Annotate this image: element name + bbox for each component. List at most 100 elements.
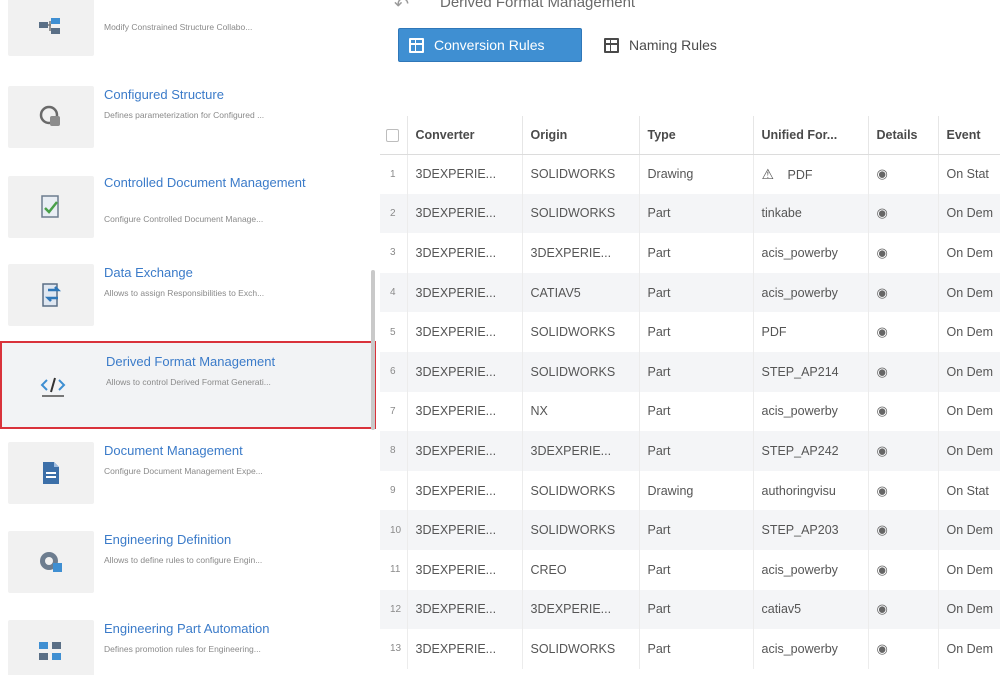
app-item-engineering-definition[interactable]: Engineering Definition Allows to define … [0,519,376,605]
eye-icon[interactable]: ◉ [877,641,888,657]
eye-icon[interactable]: ◉ [877,364,888,380]
format-label: PDF [787,167,813,182]
cell-origin: 3DEXPERIE... [522,431,640,471]
format-label: authoringvisu [761,483,836,498]
cell-event: On Dem [938,589,1000,630]
cell-details: ◉ [868,193,939,234]
back-arrow-icon[interactable]: ↶ [394,0,409,15]
row-number: 8 [380,431,408,471]
cell-converter: 3DEXPERIE... [407,272,523,313]
cell-unified-format: catiav5 [753,589,869,630]
table-row[interactable]: 2 3DEXPERIE... SOLIDWORKS Part tinkabe ◉ On De… [380,193,1000,234]
tab-naming-rules[interactable]: Naming Rules [594,28,754,62]
eye-icon[interactable]: ◉ [877,403,888,419]
eye-icon[interactable]: ◉ [877,166,888,182]
page-title: Derived Format Management [440,0,636,11]
cell-type: Part [639,391,754,432]
format-label: acis_powerby [761,285,838,300]
row-number: 12 [380,589,408,630]
app-item-title[interactable]: Derived Format Management [106,353,336,370]
cell-origin: 3DEXPERIE... [522,589,640,630]
cell-type: Part [639,629,754,669]
format-label: STEP_AP214 [761,364,839,379]
eye-icon[interactable]: ◉ [877,601,888,617]
row-number: 11 [380,549,408,590]
eye-icon[interactable]: ◉ [877,483,888,499]
cell-unified-format: acis_powerby [753,549,869,590]
cell-details: ◉ [868,154,939,194]
app-item-title[interactable]: Engineering Part Automation [104,620,334,637]
table-row[interactable]: 12 3DEXPERIE... 3DEXPERIE... Part catiav5 ◉ On… [380,589,1000,630]
column-header-converter[interactable]: Converter [407,116,523,155]
cell-event: On Dem [938,510,1000,550]
cell-type: Part [639,351,754,392]
derived-format-icon [10,355,96,417]
format-label: tinkabe [761,206,802,221]
format-label: acis_powerby [761,562,838,577]
main-panel: ↶ Derived Format Management Conversion R… [380,0,1000,675]
table-row[interactable]: 5 3DEXPERIE... SOLIDWORKS Part PDF ◉ On Dem [380,312,1000,352]
table-row[interactable]: 1 3DEXPERIE... SOLIDWORKS Drawing ⚠ PDF ◉ On St… [380,154,1000,194]
sidebar-scrollbar[interactable] [371,270,375,430]
table-header-row: Converter Origin Type Unified For... Det… [380,116,1000,155]
table-row[interactable]: 7 3DEXPERIE... NX Part acis_powerby ◉ On Dem [380,391,1000,432]
row-number: 10 [380,510,408,550]
app-item-configured-structure[interactable]: Configured Structure Defines parameteriz… [0,74,376,160]
cell-details: ◉ [868,233,939,273]
app-item-title[interactable]: Engineering Definition [104,531,334,548]
table-row[interactable]: 4 3DEXPERIE... CATIAV5 Part acis_powerby ◉ On … [380,272,1000,313]
engineering-definition-icon [8,531,94,593]
cell-converter: 3DEXPERIE... [407,470,523,511]
app-item-title[interactable]: Configured Structure [104,86,334,103]
row-number: 3 [380,233,408,273]
eye-icon[interactable]: ◉ [877,443,888,459]
cell-unified-format: ⚠ PDF [753,154,869,194]
eye-icon[interactable]: ◉ [877,562,888,578]
column-header-unified-format[interactable]: Unified For... [753,116,869,155]
app-item-title[interactable]: Controlled Document Management [104,174,334,191]
cell-origin: 3DEXPERIE... [522,233,640,273]
column-header-type[interactable]: Type [639,116,754,155]
cell-converter: 3DEXPERIE... [407,391,523,432]
eye-icon[interactable]: ◉ [877,522,888,538]
column-header-details[interactable]: Details [868,116,939,155]
cell-event: On Dem [938,312,1000,352]
format-label: catiav5 [761,602,802,617]
table-row[interactable]: 8 3DEXPERIE... 3DEXPERIE... Part STEP_AP242 ◉… [380,431,1000,471]
cell-type: Part [639,272,754,313]
cell-event: On Dem [938,629,1000,669]
app-item-title[interactable]: Document Management [104,442,334,459]
select-all-header[interactable] [380,116,408,155]
select-all-checkbox[interactable] [386,128,399,142]
cell-origin: SOLIDWORKS [522,312,640,352]
cell-type: Part [639,431,754,471]
eye-icon[interactable]: ◉ [877,324,888,340]
app-item-data-exchange[interactable]: Data Exchange Allows to assign Responsib… [0,252,376,338]
column-header-event[interactable]: Event [938,116,1000,155]
cell-unified-format: acis_powerby [753,629,869,669]
table-row[interactable]: 6 3DEXPERIE... SOLIDWORKS Part STEP_AP214 ◉ On… [380,351,1000,392]
tab-conversion-rules[interactable]: Conversion Rules [398,28,582,62]
eye-icon[interactable]: ◉ [877,205,888,221]
eye-icon[interactable]: ◉ [877,245,888,261]
table-row[interactable]: 10 3DEXPERIE... SOLIDWORKS Part STEP_AP203 ◉ O… [380,510,1000,550]
table-row[interactable]: 11 3DEXPERIE... CREO Part acis_powerby ◉ On De… [380,549,1000,590]
table-row[interactable]: 13 3DEXPERIE... SOLIDWORKS Part acis_powerby… [380,629,1000,669]
controlled-document-icon [8,176,94,238]
cell-details: ◉ [868,510,939,550]
document-management-icon [8,442,94,504]
cell-unified-format: acis_powerby [753,391,869,432]
page-header: ↶ Derived Format Management [380,0,1000,15]
app-item-engineering-part-automation[interactable]: Engineering Part Automation Defines prom… [0,608,376,675]
cell-type: Drawing [639,154,754,194]
table-row[interactable]: 9 3DEXPERIE... SOLIDWORKS Drawing authoringv… [380,470,1000,511]
eye-icon[interactable]: ◉ [877,285,888,301]
app-item-document-management[interactable]: Document Management Configure Document M… [0,430,376,516]
app-item-derived-format[interactable]: Derived Format Management Allows to cont… [0,341,376,429]
app-item-desc: Allows to control Derived Format Generat… [106,377,271,387]
app-item-structure-collab[interactable]: Modify Constrained Structure Collabo... [0,0,376,68]
column-header-origin[interactable]: Origin [522,116,640,155]
table-row[interactable]: 3 3DEXPERIE... 3DEXPERIE... Part acis_powerb… [380,233,1000,273]
app-item-title[interactable]: Data Exchange [104,264,334,281]
app-item-controlled-document[interactable]: Controlled Document Management Configure… [0,162,376,248]
